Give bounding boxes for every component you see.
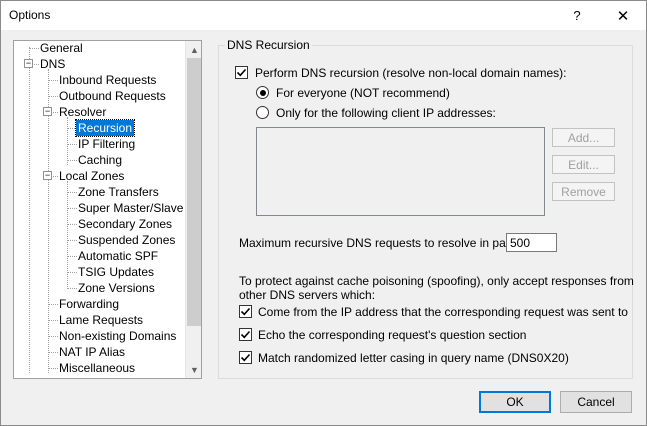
- scroll-thumb[interactable]: [187, 58, 201, 326]
- perform-recursion-checkbox[interactable]: [235, 66, 248, 79]
- check-case-checkbox[interactable]: [239, 351, 252, 364]
- tree-item-recursion[interactable]: Recursion: [74, 119, 136, 137]
- tree-item-automatic-spf[interactable]: Automatic SPF: [76, 248, 160, 264]
- scroll-down-icon[interactable]: ▼: [186, 361, 201, 378]
- check-echo-label: Echo the corresponding request's questio…: [258, 328, 527, 342]
- max-requests-label: Maximum recursive DNS requests to resolv…: [239, 236, 535, 250]
- radio-clients-label: Only for the following client IP address…: [276, 106, 496, 120]
- help-button[interactable]: ?: [554, 1, 600, 30]
- check-ip-checkbox[interactable]: [239, 305, 252, 318]
- tree-item-inbound-requests[interactable]: Inbound Requests: [57, 72, 158, 88]
- group-title: DNS Recursion: [225, 38, 312, 52]
- check-echo-checkbox[interactable]: [239, 328, 252, 341]
- spoof-text-line-1: To protect against cache poisoning (spoo…: [239, 274, 634, 288]
- check-ip-label: Come from the IP address that the corres…: [258, 305, 628, 319]
- close-button[interactable]: ✕: [600, 1, 646, 30]
- tree-item-zone-transfers[interactable]: Zone Transfers: [76, 184, 161, 200]
- tree-item-forwarding[interactable]: Forwarding: [57, 296, 121, 312]
- tree-item-lame-requests[interactable]: Lame Requests: [57, 312, 145, 328]
- tree-item-resolver[interactable]: Resolver: [57, 104, 108, 120]
- tree-item-ip-filtering[interactable]: IP Filtering: [76, 136, 137, 152]
- title-bar: Options ? ✕: [1, 1, 646, 30]
- tree-item-general[interactable]: General: [38, 41, 85, 56]
- resolver-collapse-icon[interactable]: −: [43, 107, 52, 116]
- edit-button[interactable]: Edit...: [552, 155, 615, 174]
- add-button[interactable]: Add...: [552, 128, 615, 147]
- radio-selected-dot: [259, 89, 266, 96]
- radio-everyone[interactable]: [256, 86, 269, 99]
- tree-scrollbar[interactable]: ▲ ▼: [185, 41, 201, 378]
- max-requests-input[interactable]: 500: [506, 233, 557, 252]
- tree-item-non-existing-domains[interactable]: Non-existing Domains: [57, 328, 178, 344]
- tree-item-caching[interactable]: Caching: [76, 152, 124, 168]
- client-ip-list[interactable]: [256, 127, 545, 216]
- tree-item-tsig-updates[interactable]: TSIG Updates: [76, 264, 156, 280]
- tree-item-secondary-zones[interactable]: Secondary Zones: [76, 216, 174, 232]
- spoof-text-line-2: other DNS servers which:: [239, 288, 376, 302]
- radio-everyone-label: For everyone (NOT recommend): [276, 86, 450, 100]
- cancel-button[interactable]: Cancel: [560, 391, 632, 413]
- check-case-label: Match randomized letter casing in query …: [258, 351, 569, 365]
- remove-button[interactable]: Remove: [552, 182, 615, 201]
- tree-item-zone-versions[interactable]: Zone Versions: [76, 280, 157, 296]
- tree-item-local-zones[interactable]: Local Zones: [57, 168, 126, 184]
- scroll-up-icon[interactable]: ▲: [186, 41, 201, 58]
- tree-item-dns[interactable]: DNS: [38, 56, 67, 72]
- local-zones-collapse-icon[interactable]: −: [43, 171, 52, 180]
- tree-item-super-master-slave[interactable]: Super Master/Slave: [76, 200, 185, 216]
- perform-recursion-label: Perform DNS recursion (resolve non-local…: [255, 66, 567, 80]
- dns-collapse-icon[interactable]: −: [24, 59, 33, 68]
- tree-item-nat-ip-alias[interactable]: NAT IP Alias: [57, 344, 127, 360]
- options-tree[interactable]: − − − General DNS Inbound Requests Outbo…: [13, 40, 202, 379]
- tree-item-miscellaneous[interactable]: Miscellaneous: [57, 360, 137, 376]
- window-title: Options: [9, 8, 51, 22]
- tree-item-suspended-zones[interactable]: Suspended Zones: [76, 232, 177, 248]
- radio-clients[interactable]: [256, 106, 269, 119]
- ok-button[interactable]: OK: [479, 391, 551, 413]
- tree-item-outbound-requests[interactable]: Outbound Requests: [57, 88, 168, 104]
